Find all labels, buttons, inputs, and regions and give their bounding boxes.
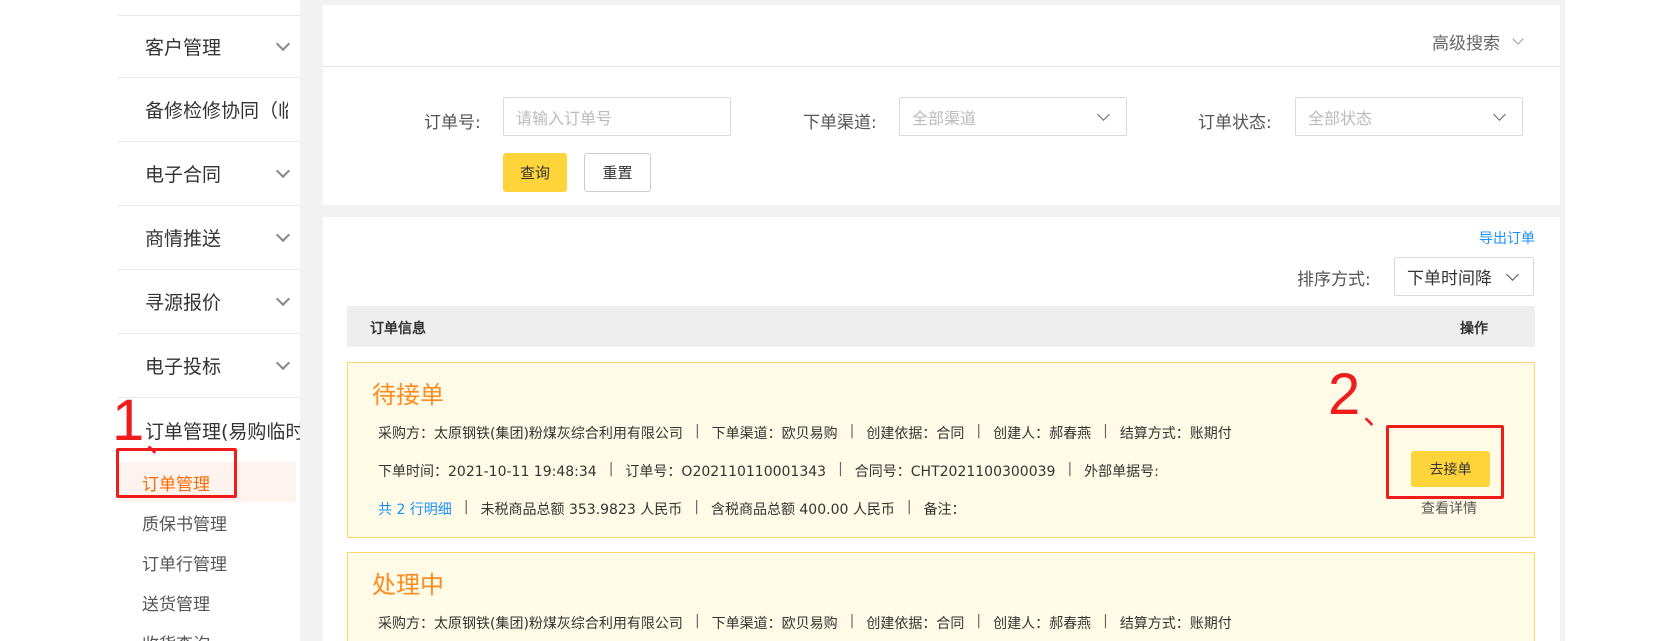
order-meta-line-3: 共 2 行明细 | 未税商品总额 353.9823 人民币 | 含税商品总额 400…: [378, 499, 966, 519]
annotation-box-order-management: [116, 448, 237, 498]
separator: |: [1103, 613, 1108, 629]
chevron-down-icon: [1512, 33, 1524, 45]
column-header-order-info: 订单信息: [370, 321, 426, 337]
query-button[interactable]: 查询: [503, 153, 567, 192]
separator: |: [694, 499, 699, 515]
channel-text: 下单渠道：欧贝易购: [711, 426, 838, 442]
order-meta-line-1: 采购方：太原钢铁(集团)粉煤灰综合利用有限公司 | 下单渠道：欧贝易购 | 创建依据…: [378, 423, 1232, 443]
sidebar-group-maintenance[interactable]: 备修检修协同（临: [118, 78, 300, 142]
separator: |: [849, 423, 855, 439]
sidebar-item-delivery[interactable]: 送货管理: [118, 582, 300, 622]
sidebar-group-sourcing[interactable]: 寻源报价: [118, 270, 300, 334]
sidebar-group-label: 商情推送: [145, 228, 222, 250]
advanced-search-label: 高级搜索: [1432, 34, 1500, 54]
separator: |: [463, 499, 469, 515]
contract-no-text: 合同号：CHT2021100300039: [854, 464, 1056, 480]
taxed-total-text: 含税商品总额 400.00 人民币: [710, 502, 895, 518]
order-status: 待接单: [372, 381, 444, 409]
separator: |: [906, 499, 912, 515]
settlement-text: 结算方式：账期付: [1119, 426, 1232, 442]
order-status: 处理中: [372, 571, 444, 599]
page-margin-left: [0, 0, 118, 641]
sidebar-item-warranty[interactable]: 质保书管理: [118, 502, 300, 542]
order-meta-line-2: 下单时间：2021-10-11 19:48:34 | 订单号：O202110110…: [378, 461, 1159, 481]
order-no-text: 订单号：O202110110001343: [625, 464, 827, 480]
channel-label: 下单渠道:: [803, 113, 877, 133]
separator: |: [1103, 423, 1108, 439]
sidebar-item-receipt-query[interactable]: 收货查询: [118, 622, 300, 641]
sidebar-group-label: 电子投标: [145, 356, 222, 378]
separator: |: [976, 423, 982, 439]
creator-text: 创建人：郝春燕: [993, 426, 1092, 442]
sidebar-group-contract[interactable]: 电子合同: [118, 142, 300, 206]
untaxed-total-text: 未税商品总额 353.9823 人民币: [480, 502, 683, 518]
separator: |: [1067, 461, 1073, 477]
separator: |: [608, 461, 614, 477]
status-label: 订单状态:: [1198, 113, 1272, 133]
advanced-search-bar: 高级搜索: [323, 5, 1560, 67]
order-no-input[interactable]: 请输入订单号: [503, 97, 731, 136]
chevron-down-icon: [1506, 268, 1519, 281]
sidebar-group-bidding[interactable]: 电子投标: [118, 334, 300, 398]
channel-select[interactable]: 全部渠道: [899, 97, 1127, 136]
view-detail-link[interactable]: 查看详情: [1421, 498, 1477, 518]
table-header: 订单信息 操作: [347, 306, 1535, 347]
chevron-down-icon: [275, 355, 291, 370]
external-no-text: 外部单据号:: [1084, 464, 1159, 480]
sidebar-group-label: 电子合同: [145, 164, 222, 186]
order-meta-line-1: 采购方：太原钢铁(集团)粉煤灰综合利用有限公司 | 下单渠道：欧贝易购 | 创建依据…: [378, 613, 1232, 633]
sidebar-group-customer[interactable]: 客户管理: [118, 15, 300, 78]
status-select[interactable]: 全部状态: [1295, 97, 1523, 136]
separator: |: [838, 461, 843, 477]
creator-text: 创建人：郝春燕: [993, 616, 1092, 632]
buyer-text: 采购方：太原钢铁(集团)粉煤灰综合利用有限公司: [378, 426, 683, 442]
chevron-down-icon: [275, 163, 291, 178]
settlement-text: 结算方式：账期付: [1119, 616, 1232, 632]
order-time-text: 下单时间：2021-10-11 19:48:34: [378, 464, 597, 480]
sidebar-item-order-lines[interactable]: 订单行管理: [118, 542, 300, 582]
sidebar: 客户管理 备修检修协同（临 电子合同 商情推送 寻源报价 电子投标 订单管理(易…: [118, 0, 300, 641]
basis-text: 创建依据：合同: [866, 426, 965, 442]
chevron-down-icon: [275, 227, 291, 242]
export-orders-link[interactable]: 导出订单: [1479, 228, 1535, 248]
separator: |: [694, 423, 700, 439]
annotation-step-1: 1: [112, 388, 145, 453]
sort-select-value: 下单时间降: [1407, 269, 1492, 289]
chevron-down-icon: [1097, 108, 1110, 121]
sort-select[interactable]: 下单时间降: [1394, 257, 1534, 296]
chevron-down-icon: [275, 291, 291, 306]
annotation-box-accept-order: [1386, 425, 1504, 499]
sidebar-group-business-push[interactable]: 商情推送: [118, 206, 300, 270]
basis-text: 创建依据：合同: [866, 616, 965, 632]
chevron-down-icon: [1493, 108, 1506, 121]
column-header-action: 操作: [1460, 321, 1488, 337]
page-margin-right: [1565, 0, 1671, 641]
channel-select-value: 全部渠道: [912, 108, 977, 128]
channel-text: 下单渠道：欧贝易购: [711, 616, 838, 632]
order-no-label: 订单号:: [424, 113, 481, 133]
status-select-value: 全部状态: [1308, 108, 1373, 128]
remark-text: 备注：: [923, 502, 966, 518]
separator: |: [849, 613, 855, 629]
chevron-down-icon: [275, 36, 291, 51]
sort-label: 排序方式:: [1297, 270, 1371, 290]
line-detail-link[interactable]: 共 2 行明细: [378, 499, 452, 519]
order-no-placeholder: 请输入订单号: [516, 108, 613, 128]
separator: |: [694, 613, 700, 629]
sidebar-group-label: 备修检修协同（临: [145, 100, 288, 122]
advanced-search-toggle[interactable]: 高级搜索: [1432, 29, 1524, 54]
order-card-processing: 处理中 采购方：太原钢铁(集团)粉煤灰综合利用有限公司 | 下单渠道：欧贝易购 | …: [347, 552, 1535, 641]
sidebar-group-label: 寻源报价: [145, 292, 222, 314]
separator: |: [976, 613, 982, 629]
buyer-text: 采购方：太原钢铁(集团)粉煤灰综合利用有限公司: [378, 616, 683, 632]
reset-button[interactable]: 重置: [584, 153, 651, 192]
annotation-step-2: 2: [1328, 362, 1361, 427]
sidebar-group-label: 客户管理: [145, 37, 222, 59]
